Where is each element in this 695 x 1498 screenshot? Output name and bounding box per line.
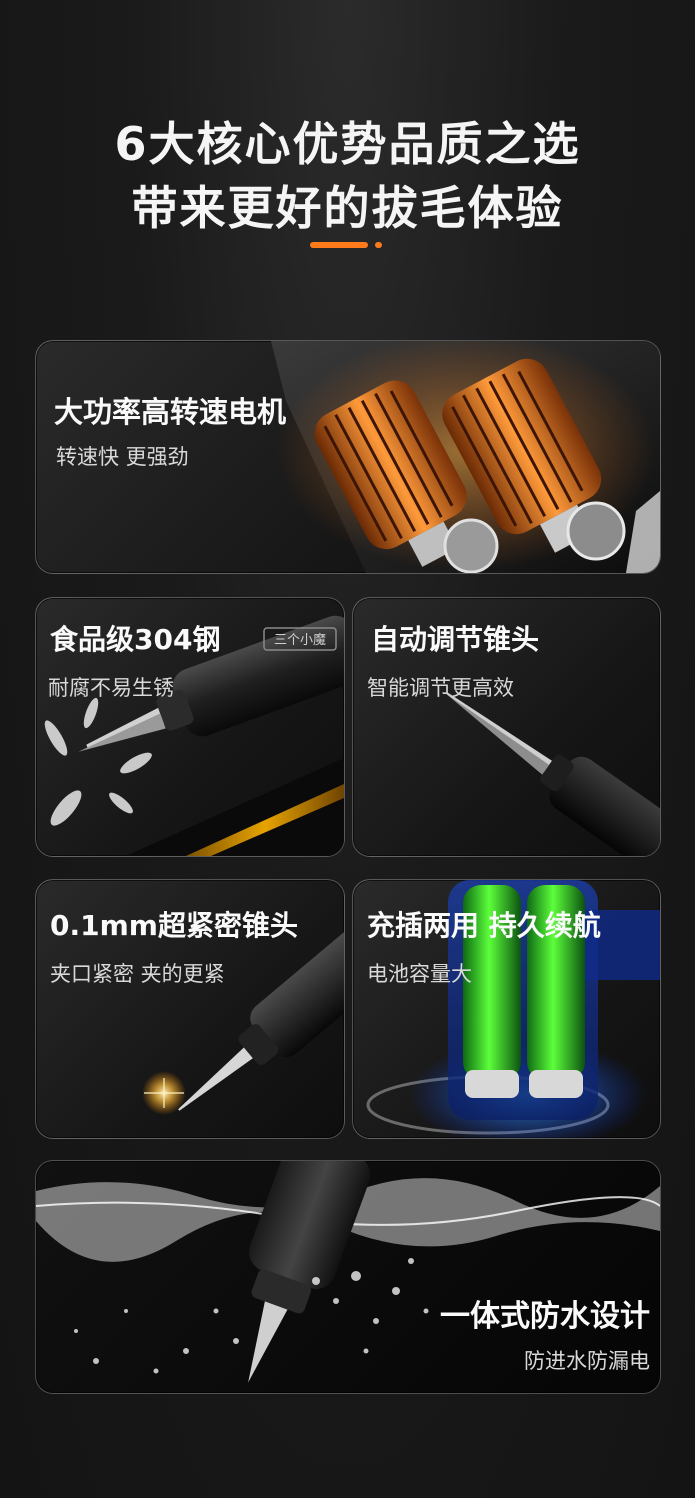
- feature-card-waterproof: 一体式防水设计 防进水防漏电: [35, 1160, 661, 1394]
- feature-subtitle: 耐腐不易生锈: [48, 676, 174, 700]
- feature-title: 充插两用 持久续航: [367, 909, 601, 942]
- feature-title: 大功率高转速电机: [54, 395, 287, 429]
- feature-card-motor: 大功率高转速电机 转速快 更强劲: [35, 340, 661, 574]
- feature-subtitle: 转速快 更强劲: [56, 445, 189, 469]
- feature-card-precision-tip: 0.1mm超紧密锥头 夹口紧密 夹的更紧: [35, 879, 345, 1139]
- product-logo-text: 三个小魔: [274, 633, 326, 648]
- feature-title: 食品级304钢: [50, 623, 221, 656]
- headline-line-1: 6大核心优势品质之选: [114, 117, 581, 171]
- feature-subtitle: 夹口紧密 夹的更紧: [50, 962, 225, 986]
- feature-card-steel: 三个小魔 食品级304钢 耐腐不易生锈: [35, 597, 345, 857]
- feature-title: 0.1mm超紧密锥头: [50, 909, 298, 942]
- accent-bar: [310, 242, 368, 248]
- feature-card-auto-adjust: 自动调节锥头 智能调节更高效: [352, 597, 661, 857]
- feature-title: 自动调节锥头: [371, 623, 540, 656]
- accent-dot: [375, 242, 382, 248]
- feature-card-battery: 充插两用 持久续航 电池容量大: [352, 879, 661, 1139]
- headline-line-2: 带来更好的拔毛体验: [131, 181, 564, 235]
- accent-divider: [0, 240, 695, 250]
- feature-subtitle: 智能调节更高效: [367, 676, 514, 700]
- feature-subtitle: 电池容量大: [367, 962, 472, 986]
- feature-subtitle: 防进水防漏电: [524, 1349, 650, 1373]
- feature-title: 一体式防水设计: [440, 1299, 650, 1334]
